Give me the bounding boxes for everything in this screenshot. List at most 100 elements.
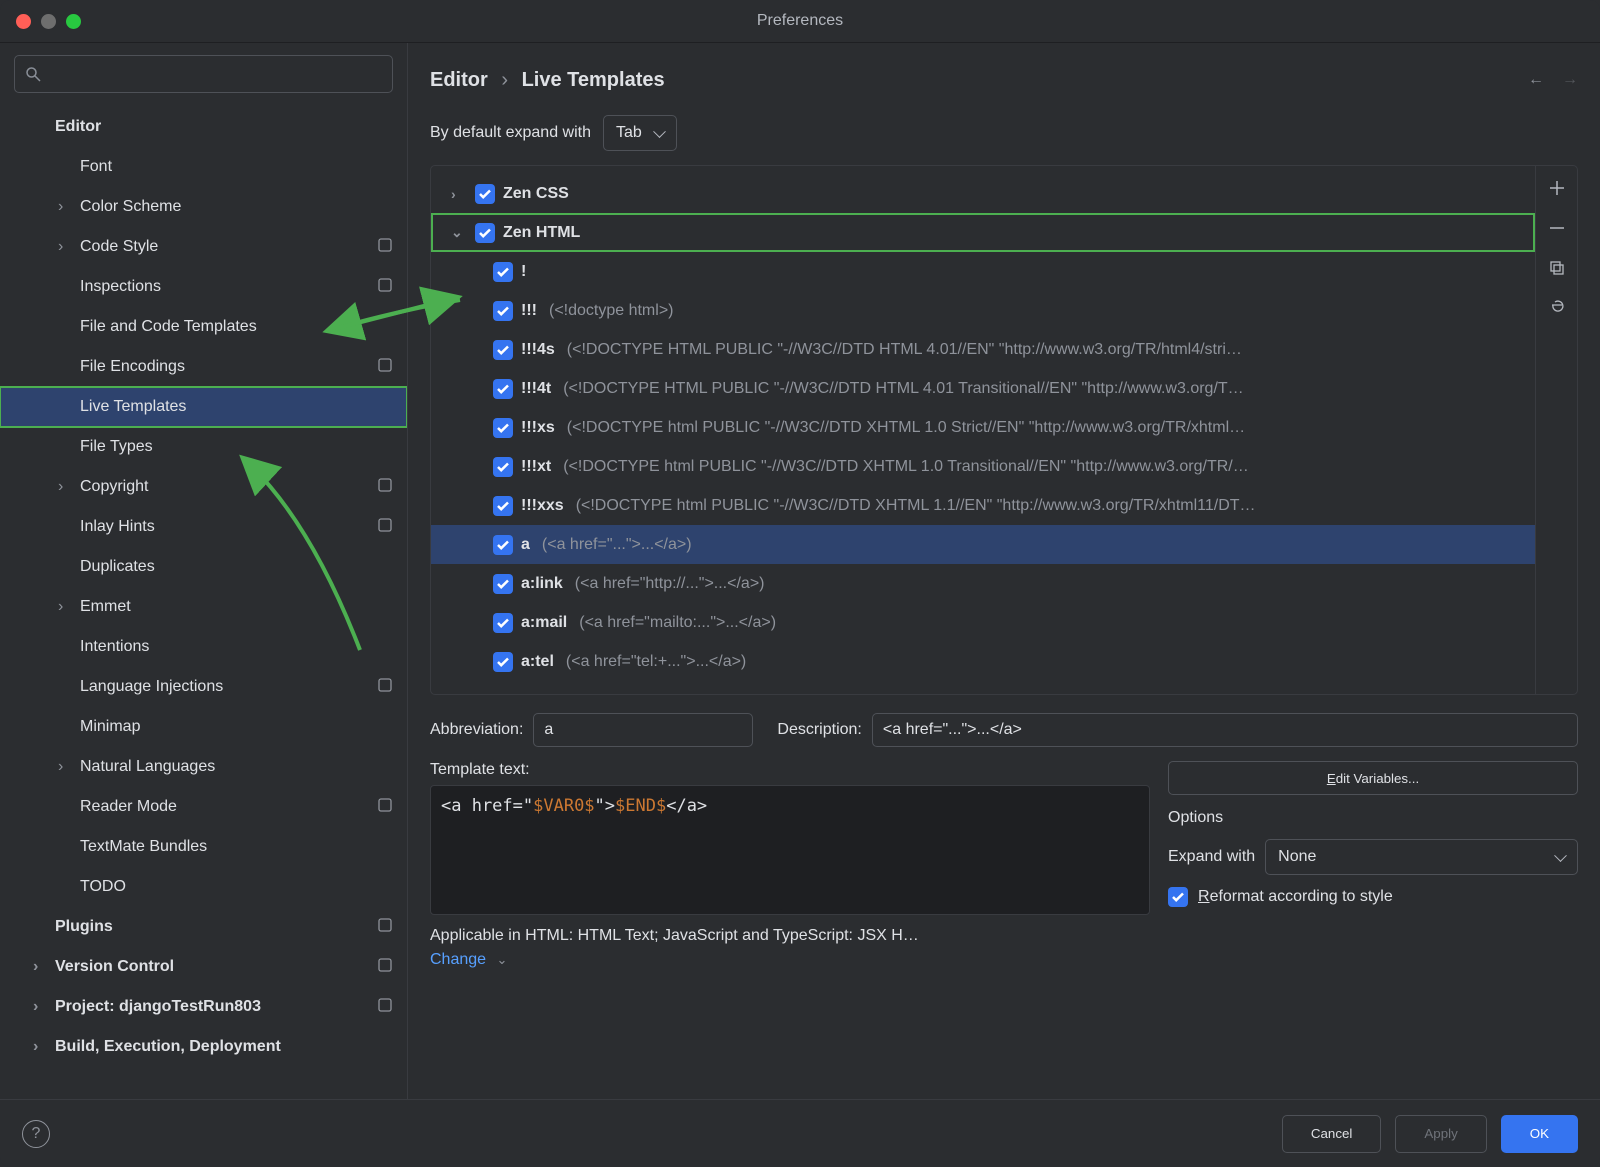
sidebar-item-file-types[interactable]: File Types: [0, 427, 407, 467]
template-text-label: Template text:: [430, 761, 1150, 779]
add-template-button[interactable]: [1543, 174, 1571, 202]
template-item[interactable]: !!! (<!doctype html>): [431, 291, 1535, 330]
sidebar-item-label: Duplicates: [80, 558, 155, 576]
template-group-zen-css[interactable]: ›Zen CSS: [431, 174, 1535, 213]
nav-forward-icon[interactable]: →: [1562, 71, 1578, 89]
template-desc: (<!DOCTYPE HTML PUBLIC "-//W3C//DTD HTML…: [567, 341, 1242, 359]
search-icon: [25, 66, 41, 82]
sidebar-item-textmate-bundles[interactable]: TextMate Bundles: [0, 827, 407, 867]
template-item[interactable]: !!!xt (<!DOCTYPE html PUBLIC "-//W3C//DT…: [431, 447, 1535, 486]
sidebar-item-version-control[interactable]: ›Version Control: [0, 947, 407, 987]
sidebar-item-language-injections[interactable]: Language Injections: [0, 667, 407, 707]
sidebar-item-label: TODO: [80, 878, 126, 896]
sidebar-item-intentions[interactable]: Intentions: [0, 627, 407, 667]
sidebar-item-file-and-code-templates[interactable]: File and Code Templates: [0, 307, 407, 347]
remove-template-button[interactable]: [1543, 214, 1571, 242]
desc-label: Description:: [777, 721, 861, 739]
template-item[interactable]: a:tel (<a href="tel:+...">...</a>): [431, 642, 1535, 681]
template-item[interactable]: !!!xs (<!DOCTYPE html PUBLIC "-//W3C//DT…: [431, 408, 1535, 447]
template-checkbox[interactable]: [493, 340, 513, 360]
reformat-checkbox[interactable]: [1168, 887, 1188, 907]
template-checkbox[interactable]: [493, 613, 513, 633]
chevron-right-icon: ›: [33, 1038, 53, 1056]
sidebar-item-label: File Types: [80, 438, 153, 456]
sidebar-item-copyright[interactable]: ›Copyright: [0, 467, 407, 507]
expand-label: By default expand with: [430, 124, 591, 142]
apply-button[interactable]: Apply: [1395, 1115, 1486, 1153]
template-item[interactable]: !: [431, 252, 1535, 291]
template-item[interactable]: !!!4s (<!DOCTYPE HTML PUBLIC "-//W3C//DT…: [431, 330, 1535, 369]
template-desc: (<!DOCTYPE html PUBLIC "-//W3C//DTD XHTM…: [563, 458, 1249, 476]
template-item[interactable]: a:link (<a href="http://...">...</a>): [431, 564, 1535, 603]
sidebar-item-reader-mode[interactable]: Reader Mode: [0, 787, 407, 827]
template-item[interactable]: a:mail (<a href="mailto:...">...</a>): [431, 603, 1535, 642]
template-item[interactable]: a (<a href="...">...</a>): [431, 525, 1535, 564]
template-desc: (<!doctype html>): [549, 302, 674, 320]
search-input[interactable]: [14, 55, 393, 93]
edit-variables-button[interactable]: EEdit Variables...dit Variables...: [1168, 761, 1578, 795]
template-item[interactable]: !!!4t (<!DOCTYPE HTML PUBLIC "-//W3C//DT…: [431, 369, 1535, 408]
chevron-right-icon: ›: [58, 198, 78, 216]
sidebar-item-live-templates[interactable]: Live Templates: [0, 387, 407, 427]
help-button[interactable]: ?: [22, 1120, 50, 1148]
sidebar-item-minimap[interactable]: Minimap: [0, 707, 407, 747]
sidebar-item-project-djangotestrun803[interactable]: ›Project: djangoTestRun803: [0, 987, 407, 1027]
sidebar-item-emmet[interactable]: ›Emmet: [0, 587, 407, 627]
template-checkbox[interactable]: [493, 379, 513, 399]
group-checkbox[interactable]: [475, 184, 495, 204]
templates-area: ›Zen CSS⌄Zen HTML! !!! (<!doctype html>)!…: [430, 165, 1578, 695]
template-name: !!!4t: [521, 380, 551, 398]
scope-icon: [377, 677, 393, 698]
desc-input[interactable]: [872, 713, 1578, 747]
scope-icon: [377, 917, 393, 938]
template-checkbox[interactable]: [493, 535, 513, 555]
cancel-button[interactable]: Cancel: [1282, 1115, 1382, 1153]
duplicate-template-button[interactable]: [1543, 254, 1571, 282]
sidebar-item-plugins[interactable]: Plugins: [0, 907, 407, 947]
template-desc: (<a href="tel:+...">...</a>): [566, 653, 746, 671]
sidebar-item-label: Minimap: [80, 718, 140, 736]
template-checkbox[interactable]: [493, 301, 513, 321]
chevron-right-icon: ›: [58, 478, 78, 496]
group-checkbox[interactable]: [475, 223, 495, 243]
sidebar-item-duplicates[interactable]: Duplicates: [0, 547, 407, 587]
ok-button[interactable]: OK: [1501, 1115, 1578, 1153]
expand-with-select[interactable]: None: [1265, 839, 1578, 875]
template-name: !: [521, 263, 526, 281]
nav-back-icon[interactable]: ←: [1528, 71, 1544, 89]
sidebar-item-file-encodings[interactable]: File Encodings: [0, 347, 407, 387]
group-name: Zen CSS: [503, 185, 569, 203]
sidebar-item-label: Reader Mode: [80, 798, 177, 816]
restore-template-button[interactable]: [1543, 294, 1571, 322]
chevron-right-icon: ›: [33, 998, 53, 1016]
abbrev-input[interactable]: [533, 713, 753, 747]
sidebar-item-color-scheme[interactable]: ›Color Scheme: [0, 187, 407, 227]
template-checkbox[interactable]: [493, 457, 513, 477]
sidebar-item-inspections[interactable]: Inspections: [0, 267, 407, 307]
sidebar-item-label: File Encodings: [80, 358, 185, 376]
sidebar-item-font[interactable]: Font: [0, 147, 407, 187]
template-checkbox[interactable]: [493, 418, 513, 438]
scope-icon: [377, 477, 393, 498]
expand-select[interactable]: Tab: [603, 115, 677, 151]
scope-icon: [377, 997, 393, 1018]
chevron-right-icon: ›: [58, 758, 78, 776]
expand-with-value: None: [1278, 848, 1316, 866]
sidebar-item-todo[interactable]: TODO: [0, 867, 407, 907]
sidebar-item-inlay-hints[interactable]: Inlay Hints: [0, 507, 407, 547]
scope-icon: [377, 277, 393, 298]
template-checkbox[interactable]: [493, 574, 513, 594]
template-checkbox[interactable]: [493, 496, 513, 516]
sidebar-item-label: TextMate Bundles: [80, 838, 207, 856]
template-checkbox[interactable]: [493, 262, 513, 282]
sidebar-item-build-execution-deployment[interactable]: ›Build, Execution, Deployment: [0, 1027, 407, 1067]
template-checkbox[interactable]: [493, 652, 513, 672]
sidebar-item-natural-languages[interactable]: ›Natural Languages: [0, 747, 407, 787]
template-group-zen-html[interactable]: ⌄Zen HTML: [431, 213, 1535, 252]
template-item[interactable]: !!!xxs (<!DOCTYPE html PUBLIC "-//W3C//D…: [431, 486, 1535, 525]
template-text-area[interactable]: <a href="$VAR0$">$END$</a>: [430, 785, 1150, 915]
change-link[interactable]: Change ⌄: [430, 951, 1150, 969]
sidebar-item-label: Plugins: [55, 918, 113, 936]
sidebar-item-code-style[interactable]: ›Code Style: [0, 227, 407, 267]
sidebar-item-editor[interactable]: Editor: [0, 107, 407, 147]
